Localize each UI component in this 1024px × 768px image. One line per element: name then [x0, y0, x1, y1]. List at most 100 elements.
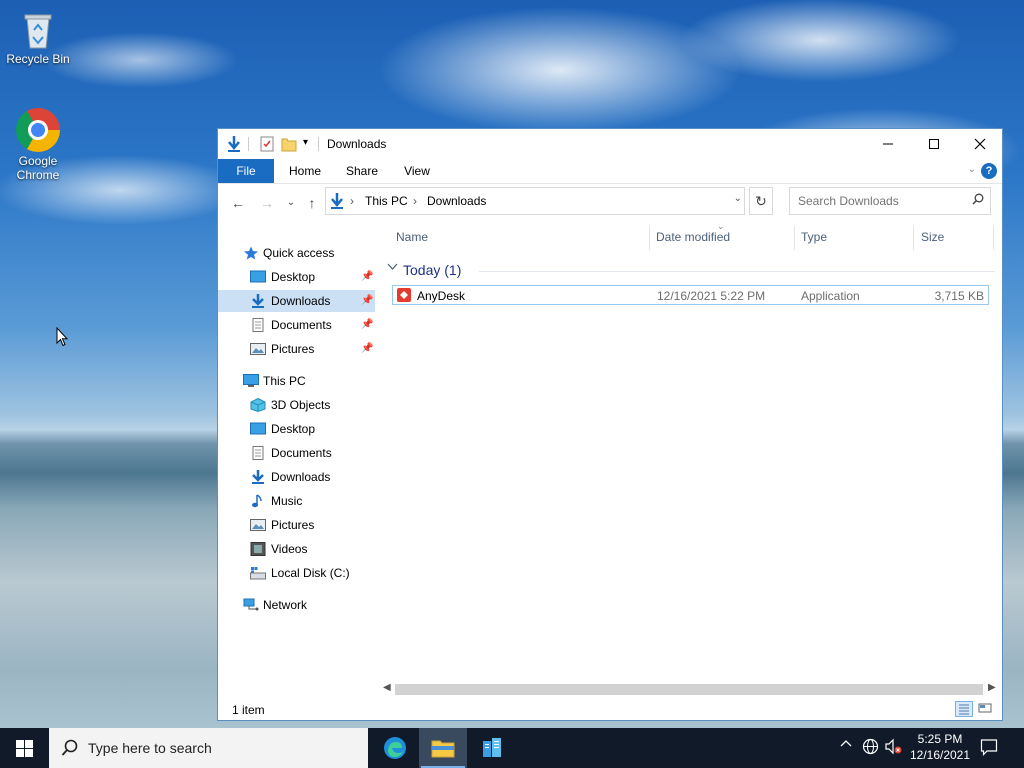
- column-header-type[interactable]: Type: [801, 230, 827, 244]
- nav-item-label: Local Disk (C:): [271, 566, 350, 580]
- file-date-modified: 12/16/2021 5:22 PM: [657, 289, 766, 303]
- breadcrumb-this-pc[interactable]: This PC: [365, 194, 408, 208]
- up-arrow-icon[interactable]: ↑: [302, 193, 322, 213]
- network-icon: [243, 598, 259, 611]
- pictures-icon: [250, 519, 266, 531]
- volume-muted-icon[interactable]: [885, 738, 903, 758]
- network-globe-icon[interactable]: [862, 738, 879, 758]
- search-icon: [61, 739, 79, 762]
- action-center-icon[interactable]: [980, 738, 998, 761]
- file-list-pane: Name ⌄ Date modified Type Size Today (1)…: [381, 221, 999, 682]
- taskbar: Type here to search 5:25 PM 12/16/2021: [0, 728, 1024, 768]
- properties-icon[interactable]: [259, 135, 275, 153]
- download-arrow-icon: [252, 294, 264, 308]
- music-note-icon: [252, 494, 262, 508]
- nav-item-downloads[interactable]: Downloads 📌: [218, 290, 375, 312]
- tab-share[interactable]: Share: [336, 159, 388, 183]
- column-divider[interactable]: [649, 226, 650, 250]
- group-header-today[interactable]: Today (1): [385, 260, 995, 282]
- minimize-button[interactable]: [865, 129, 911, 159]
- search-box[interactable]: [789, 187, 991, 215]
- column-divider[interactable]: [794, 226, 795, 250]
- navigation-bar: ← → ⌄ ↑ › This PC › Downloads ⌄ ↻: [218, 184, 1002, 222]
- nav-item-pictures[interactable]: Pictures: [218, 514, 375, 536]
- start-button[interactable]: [0, 728, 48, 768]
- refresh-button[interactable]: ↻: [749, 187, 773, 215]
- collapse-chevron-icon[interactable]: [387, 262, 398, 274]
- desktop-folder-icon: [250, 422, 266, 435]
- address-bar[interactable]: › This PC › Downloads ⌄: [325, 187, 745, 215]
- nav-item-3d-objects[interactable]: 3D Objects: [218, 394, 375, 416]
- tab-home[interactable]: Home: [280, 159, 330, 183]
- taskbar-search-box[interactable]: Type here to search: [49, 728, 368, 768]
- nav-item-documents[interactable]: Documents: [218, 442, 375, 464]
- maximize-button[interactable]: [911, 129, 957, 159]
- breadcrumb-chevron-icon[interactable]: ›: [413, 194, 417, 208]
- customize-toolbar-chevron-icon[interactable]: ▾: [303, 137, 308, 155]
- pin-icon[interactable]: 📌: [361, 290, 373, 312]
- details-view-icon[interactable]: [955, 701, 973, 717]
- nav-item-local-disk[interactable]: Local Disk (C:): [218, 562, 375, 584]
- nav-item-pictures[interactable]: Pictures 📌: [218, 338, 375, 360]
- nav-item-network[interactable]: Network: [218, 594, 375, 616]
- documents-icon: [252, 446, 264, 460]
- title-bar[interactable]: ▾ Downloads: [218, 129, 1002, 159]
- nav-item-label: Desktop: [271, 270, 316, 284]
- nav-item-desktop[interactable]: Desktop: [218, 418, 375, 440]
- taskbar-edge-button[interactable]: [371, 728, 419, 768]
- back-arrow-icon[interactable]: ←: [228, 193, 248, 213]
- desktop-icon-recycle-bin[interactable]: Recycle Bin: [0, 10, 76, 66]
- taskbar-file-explorer-button[interactable]: [419, 728, 467, 768]
- pin-icon[interactable]: 📌: [361, 266, 373, 288]
- group-header-label: Today (1): [403, 262, 462, 278]
- scroll-left-arrow-icon[interactable]: ◀: [383, 682, 391, 693]
- pin-icon[interactable]: 📌: [361, 314, 373, 336]
- nav-item-downloads[interactable]: Downloads: [218, 466, 375, 488]
- column-header-name[interactable]: Name: [396, 230, 428, 244]
- tab-view[interactable]: View: [392, 159, 442, 183]
- mouse-cursor-icon: [56, 326, 69, 350]
- new-folder-icon[interactable]: [281, 135, 297, 153]
- desktop-icon-chrome[interactable]: Google Chrome: [0, 108, 76, 182]
- search-icon[interactable]: [972, 193, 984, 208]
- large-icons-view-icon[interactable]: [977, 701, 995, 717]
- nav-item-label: Network: [263, 598, 308, 612]
- tab-file[interactable]: File: [218, 159, 274, 183]
- forward-arrow-icon[interactable]: →: [257, 193, 277, 213]
- taskbar-server-manager-button[interactable]: [468, 728, 516, 768]
- address-dropdown-chevron-icon[interactable]: ⌄: [734, 193, 742, 204]
- column-divider[interactable]: [913, 226, 914, 250]
- breadcrumb-chevron-icon[interactable]: ›: [350, 194, 354, 208]
- pin-icon[interactable]: 📌: [361, 338, 373, 360]
- search-input[interactable]: [796, 193, 960, 209]
- desktop-icon-label: Recycle Bin: [6, 52, 70, 66]
- desktop-folder-icon: [250, 270, 266, 283]
- nav-item-desktop[interactable]: Desktop 📌: [218, 266, 375, 288]
- column-header-date-modified[interactable]: Date modified: [656, 230, 730, 244]
- taskbar-search-placeholder: Type here to search: [88, 740, 212, 756]
- nav-item-documents[interactable]: Documents 📌: [218, 314, 375, 336]
- column-header-size[interactable]: Size: [921, 230, 944, 244]
- expand-ribbon-chevron-icon[interactable]: ⌄: [968, 164, 976, 175]
- item-count: 1 item: [232, 703, 265, 717]
- scroll-right-arrow-icon[interactable]: ▶: [988, 682, 996, 693]
- column-divider[interactable]: [993, 226, 994, 250]
- separator: [318, 137, 319, 151]
- file-name[interactable]: AnyDesk: [417, 289, 465, 303]
- download-arrow-icon[interactable]: [226, 135, 242, 153]
- pictures-icon: [250, 343, 266, 355]
- horizontal-scrollbar[interactable]: ◀ ▶: [381, 681, 999, 697]
- nav-item-videos[interactable]: Videos: [218, 538, 375, 560]
- recent-locations-chevron-icon[interactable]: ⌄: [281, 193, 301, 213]
- show-hidden-icons-chevron-icon[interactable]: [840, 738, 852, 753]
- file-row[interactable]: AnyDesk 12/16/2021 5:22 PM Application 3…: [392, 285, 989, 305]
- nav-item-music[interactable]: Music: [218, 490, 375, 512]
- nav-item-this-pc[interactable]: This PC: [218, 370, 375, 392]
- nav-item-quick-access[interactable]: Quick access: [218, 242, 375, 264]
- help-icon[interactable]: ?: [981, 163, 997, 179]
- nav-item-label: Pictures: [271, 518, 315, 532]
- system-clock[interactable]: 5:25 PM 12/16/2021: [905, 731, 975, 763]
- breadcrumb-downloads[interactable]: Downloads: [427, 194, 486, 208]
- scrollbar-thumb[interactable]: [395, 684, 983, 695]
- close-button[interactable]: [957, 129, 1003, 159]
